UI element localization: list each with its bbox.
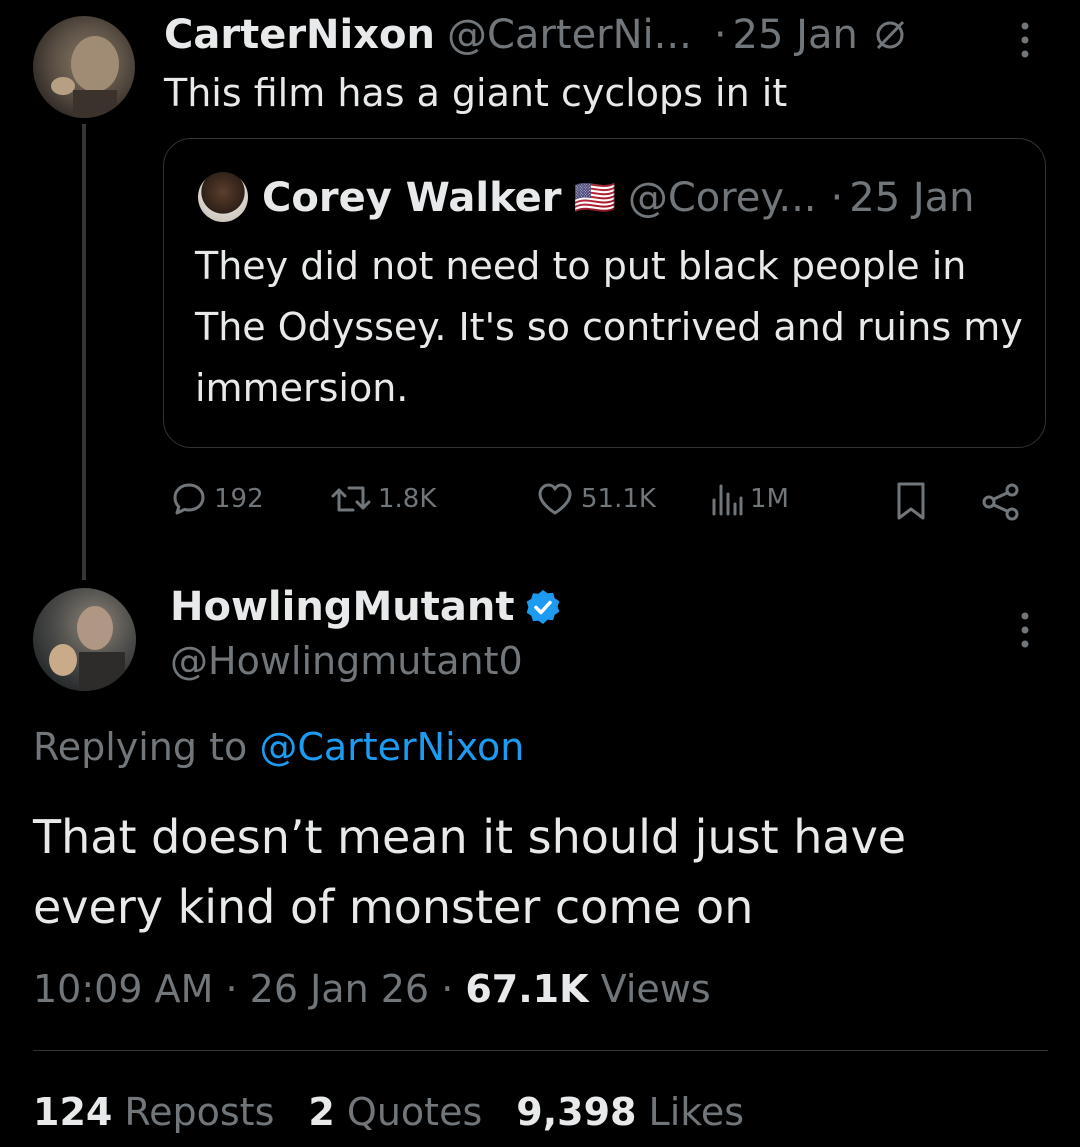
engagement-stats: 124 Reposts 2 Quotes 9,398 Likes — [33, 1084, 744, 1140]
divider — [33, 1050, 1048, 1051]
share-icon[interactable] — [980, 482, 1022, 522]
more-options-icon[interactable] — [1013, 608, 1037, 652]
likes-label: Likes — [648, 1090, 745, 1134]
slashed-circle-icon — [872, 17, 908, 53]
tweet-text: This film has a giant cyclops in it — [164, 71, 788, 115]
reposts-count: 124 — [33, 1090, 113, 1134]
replying-to-prefix: Replying to — [33, 725, 248, 769]
views-count: 1M — [750, 484, 789, 514]
bookmark-icon[interactable] — [893, 480, 929, 522]
reply-author-name[interactable]: HowlingMutant — [170, 584, 514, 630]
likes-count: 9,398 — [516, 1090, 637, 1134]
likes-stat[interactable]: 9,398 Likes — [516, 1084, 744, 1140]
reposts-label: Reposts — [124, 1090, 275, 1134]
replying-to-line: Replying to @CarterNixon — [33, 720, 524, 774]
reply-text: That doesn’t mean it should just have ev… — [33, 810, 907, 934]
quotes-label: Quotes — [346, 1090, 483, 1134]
avatar[interactable] — [33, 16, 135, 118]
tweet-date[interactable]: 25 Jan — [733, 12, 858, 58]
repost-button[interactable]: 1.8K — [330, 480, 436, 518]
quotes-count: 2 — [308, 1090, 335, 1134]
reply-button[interactable]: 192 — [170, 480, 264, 518]
quoted-tweet-date[interactable]: 25 Jan — [849, 175, 974, 221]
author-name[interactable]: CarterNixon — [164, 12, 435, 58]
reply-author-handle[interactable]: @Howlingmutant0 — [170, 636, 523, 686]
us-flag-icon: 🇺🇸 — [573, 178, 616, 218]
reply-icon — [170, 480, 208, 518]
quoted-tweet-text: They did not need to put black people in… — [195, 244, 1023, 410]
tweet-header: CarterNixon @CarterNi... · 25 Jan — [164, 10, 964, 60]
reposts-stat[interactable]: 124 Reposts — [33, 1084, 274, 1140]
quotes-stat[interactable]: 2 Quotes — [308, 1084, 482, 1140]
verified-badge-icon — [524, 588, 562, 626]
tweet-date[interactable]: 26 Jan 26 — [250, 967, 429, 1011]
author-handle[interactable]: @CarterNi... — [447, 12, 692, 58]
quoted-tweet-header: Corey Walker 🇺🇸 @Corey... · 25 Jan — [262, 170, 1032, 226]
heart-icon — [535, 480, 575, 518]
separator-dot: · — [830, 175, 844, 221]
like-count: 51.1K — [581, 484, 656, 514]
like-button[interactable]: 51.1K — [535, 480, 656, 518]
bar-chart-icon — [708, 480, 744, 518]
repost-count: 1.8K — [378, 484, 437, 514]
quoted-author-name[interactable]: Corey Walker — [262, 175, 561, 221]
repost-icon — [330, 480, 372, 518]
more-options-icon[interactable] — [1013, 18, 1037, 62]
replying-to-mention[interactable]: @CarterNixon — [259, 725, 524, 769]
views-count: 67.1K — [465, 967, 589, 1011]
reply-header: HowlingMutant — [170, 580, 562, 634]
avatar-photo — [49, 606, 125, 691]
quoted-avatar[interactable] — [198, 172, 248, 222]
tweet-time[interactable]: 10:09 AM — [33, 967, 213, 1011]
reply-count: 192 — [214, 484, 264, 514]
separator-dot: · — [713, 12, 727, 58]
avatar[interactable] — [33, 588, 136, 691]
avatar-photo — [51, 36, 119, 118]
thread-line — [82, 124, 86, 580]
tweet-meta: 10:09 AM · 26 Jan 26 · 67.1K Views — [33, 967, 711, 1011]
views-label: Views — [600, 967, 711, 1011]
quoted-author-handle[interactable]: @Corey... — [628, 175, 817, 221]
views-button[interactable]: 1M — [708, 480, 789, 518]
